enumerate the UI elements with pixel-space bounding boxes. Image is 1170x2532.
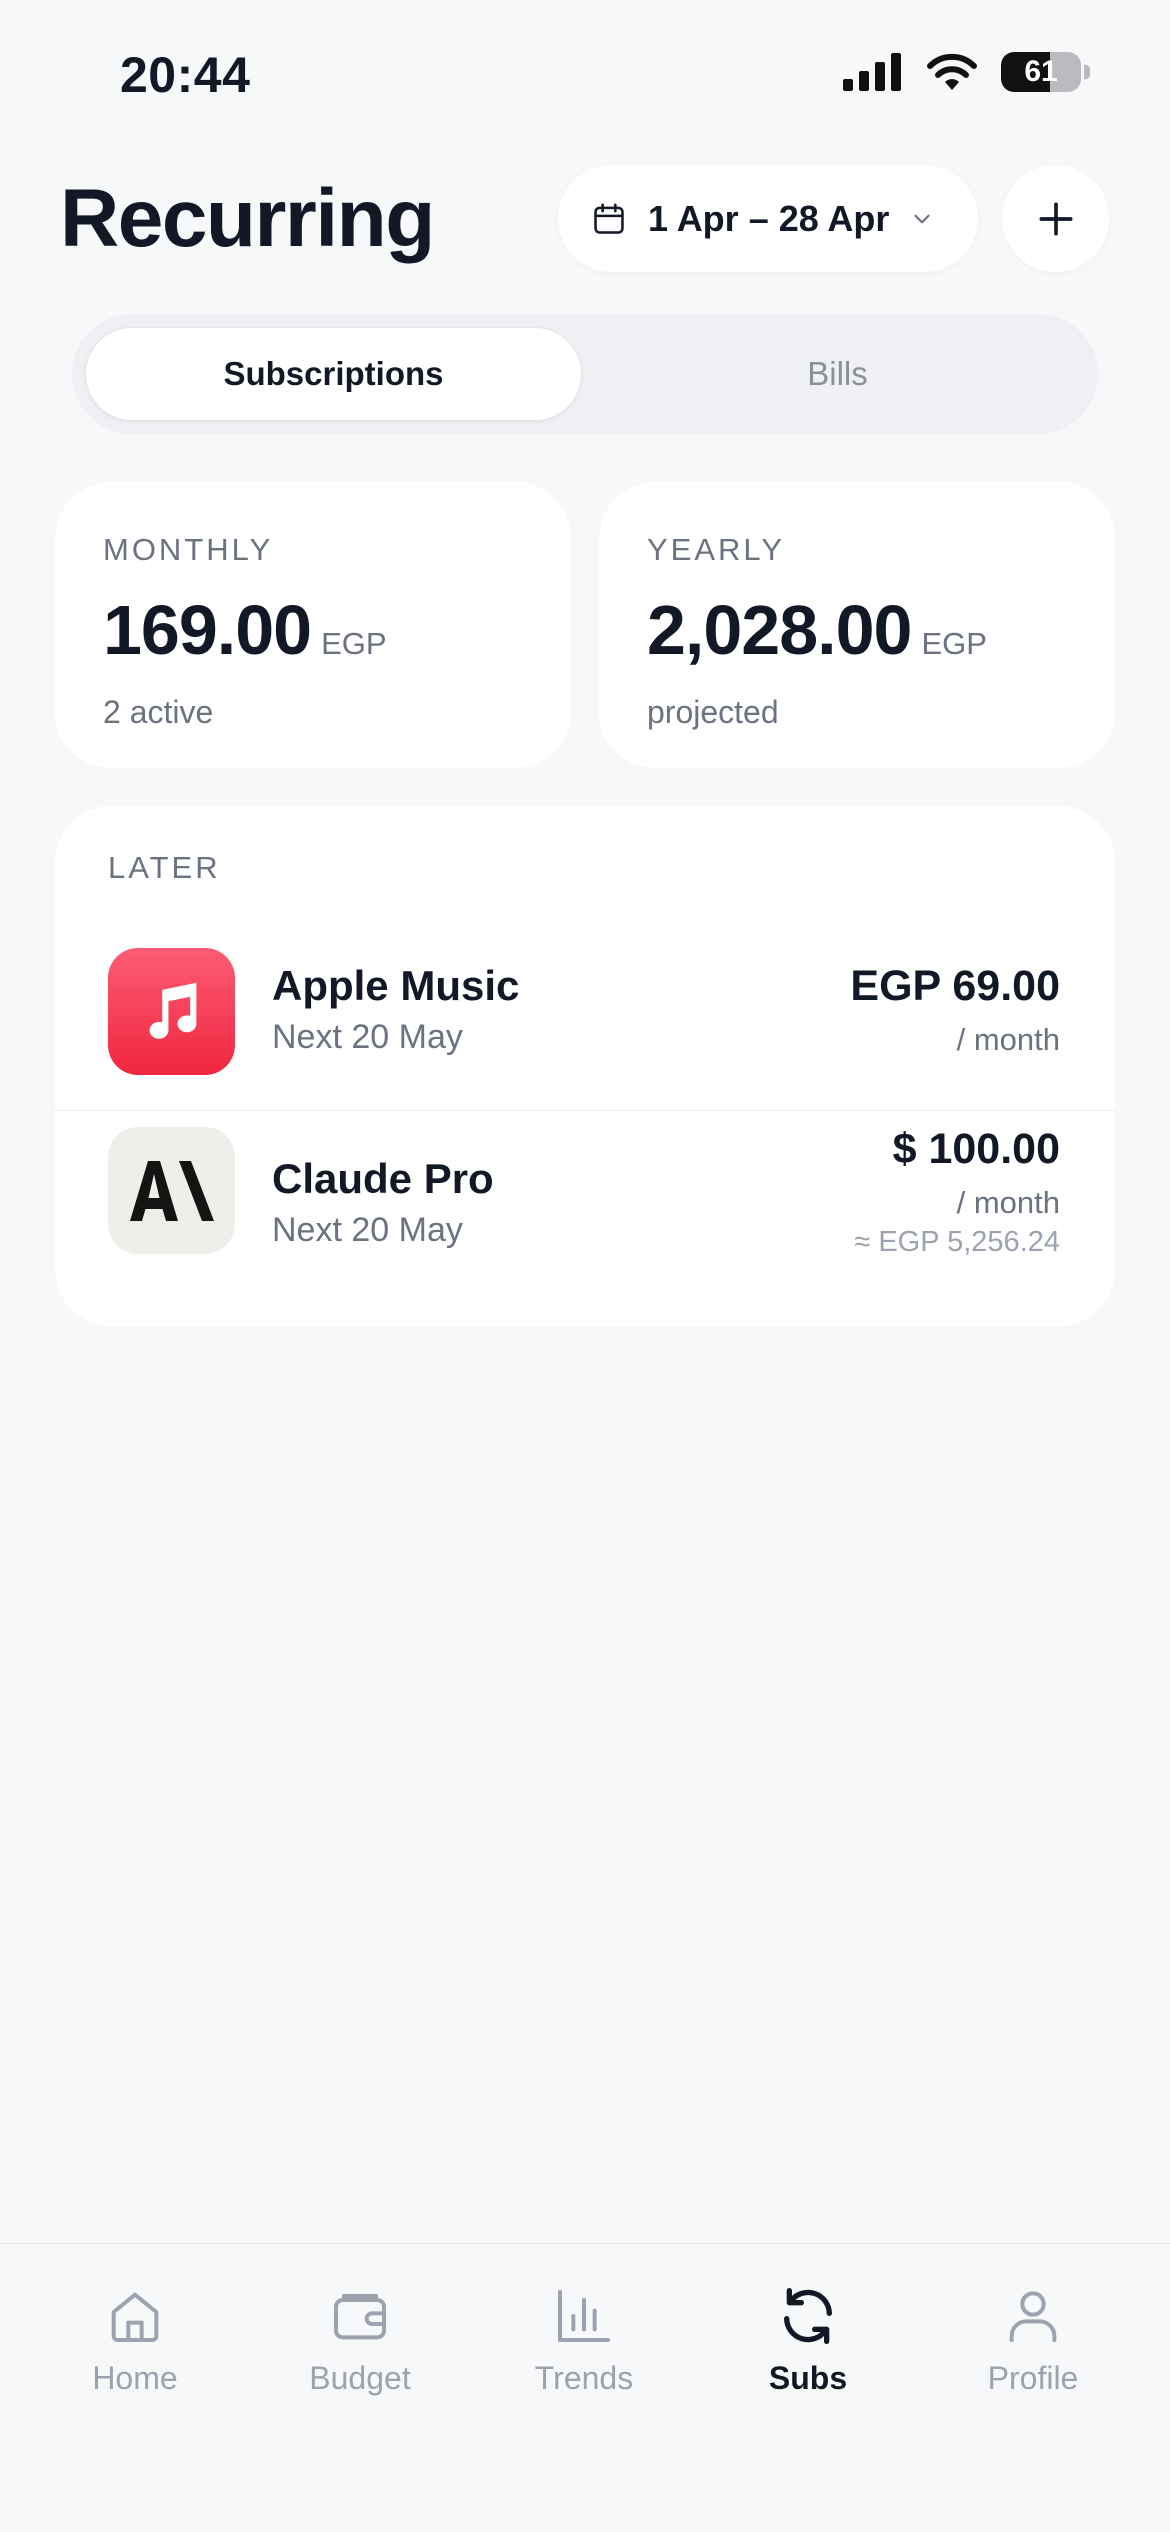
subscription-next-date: Next 20 May bbox=[272, 1018, 463, 1056]
battery-icon: 61 bbox=[1001, 52, 1081, 92]
chevron-down-icon bbox=[914, 214, 931, 223]
status-bar: 20:44 61 bbox=[0, 0, 1170, 150]
tab-label: Profile bbox=[987, 2360, 1079, 2396]
monthly-amount-row: 169.00 EGP bbox=[103, 590, 523, 670]
tab-subscriptions[interactable]: Subscriptions bbox=[85, 327, 582, 421]
monthly-summary-card: MONTHLY 169.00 EGP 2 active bbox=[55, 482, 571, 768]
yearly-projected: projected bbox=[647, 694, 779, 730]
cellular-signal-icon bbox=[843, 53, 901, 91]
yearly-amount: 2,028.00 bbox=[647, 591, 912, 669]
subscription-period: / month bbox=[956, 1185, 1060, 1220]
monthly-amount: 169.00 bbox=[103, 591, 312, 669]
monthly-currency: EGP bbox=[321, 626, 387, 661]
tab-label: Home bbox=[92, 2360, 178, 2396]
wifi-icon bbox=[927, 53, 977, 90]
subscription-row-apple-music[interactable]: Apple Music Next 20 May EGP 69.00 / mont… bbox=[55, 940, 1115, 1110]
tab-subs[interactable]: Subs bbox=[708, 2284, 908, 2397]
subscription-name: Apple Music bbox=[272, 962, 520, 1009]
tab-label: Trends bbox=[534, 2360, 634, 2396]
tab-bills[interactable]: Bills bbox=[589, 327, 1086, 421]
tab-label: Budget bbox=[309, 2360, 411, 2396]
monthly-active-count: 2 active bbox=[103, 694, 214, 730]
segmented-control: Subscriptions Bills bbox=[72, 314, 1098, 434]
add-button[interactable] bbox=[1002, 165, 1109, 272]
subscription-next-date: Next 20 May bbox=[272, 1211, 463, 1249]
subscription-price: EGP 69.00 bbox=[850, 962, 1060, 1010]
screen: 20:44 61 Recurring 1 Apr – 28 Apr Subscr… bbox=[0, 0, 1170, 2532]
music-note-icon bbox=[149, 982, 196, 1039]
yearly-amount-row: 2,028.00 EGP bbox=[647, 590, 1067, 670]
subscription-price: $ 100.00 bbox=[892, 1125, 1060, 1173]
tab-label: Subs bbox=[768, 2360, 848, 2396]
tab-home[interactable]: Home bbox=[35, 2284, 235, 2397]
tab-budget[interactable]: Budget bbox=[260, 2284, 460, 2397]
anthropic-logo-icon bbox=[129, 1160, 214, 1221]
apple-music-app-icon bbox=[108, 948, 235, 1075]
tab-trends[interactable]: Trends bbox=[484, 2284, 684, 2397]
subscription-converted-price: ≈ EGP 5,256.24 bbox=[854, 1226, 1060, 1258]
tab-profile[interactable]: Profile bbox=[933, 2284, 1133, 2397]
subscription-name: Claude Pro bbox=[272, 1155, 494, 1202]
claude-app-icon bbox=[108, 1127, 235, 1254]
subscription-row-claude-pro[interactable]: Claude Pro Next 20 May $ 100.00 / month … bbox=[55, 1111, 1115, 1301]
battery-cap bbox=[1084, 65, 1090, 79]
yearly-label: YEARLY bbox=[647, 532, 786, 567]
status-icons: 61 bbox=[843, 52, 1090, 92]
status-time: 20:44 bbox=[120, 47, 251, 103]
yearly-summary-card: YEARLY 2,028.00 EGP projected bbox=[599, 482, 1115, 768]
person-icon bbox=[1009, 2291, 1057, 2342]
subscription-period: / month bbox=[956, 1022, 1060, 1057]
battery-percent: 61 bbox=[1024, 55, 1058, 88]
refresh-icon bbox=[784, 2288, 832, 2344]
battery-indicator: 61 bbox=[1001, 52, 1090, 92]
date-range-label: 1 Apr – 28 Apr bbox=[648, 197, 890, 239]
subscriptions-list-card: LATER Apple Music Next 20 May EGP 69.00 … bbox=[55, 806, 1115, 1326]
plus-icon bbox=[1039, 202, 1072, 235]
wallet-icon bbox=[334, 2294, 386, 2340]
bar-chart-icon bbox=[558, 2290, 610, 2342]
page-title: Recurring bbox=[60, 173, 435, 264]
date-range-button[interactable]: 1 Apr – 28 Apr bbox=[558, 165, 978, 272]
yearly-currency: EGP bbox=[921, 626, 987, 661]
bottom-tab-bar: Home Budget Trends Subs Profile bbox=[0, 2243, 1170, 2532]
section-header: LATER bbox=[108, 850, 221, 885]
monthly-label: MONTHLY bbox=[103, 532, 274, 567]
calendar-icon bbox=[594, 202, 624, 234]
home-icon bbox=[111, 2292, 159, 2342]
